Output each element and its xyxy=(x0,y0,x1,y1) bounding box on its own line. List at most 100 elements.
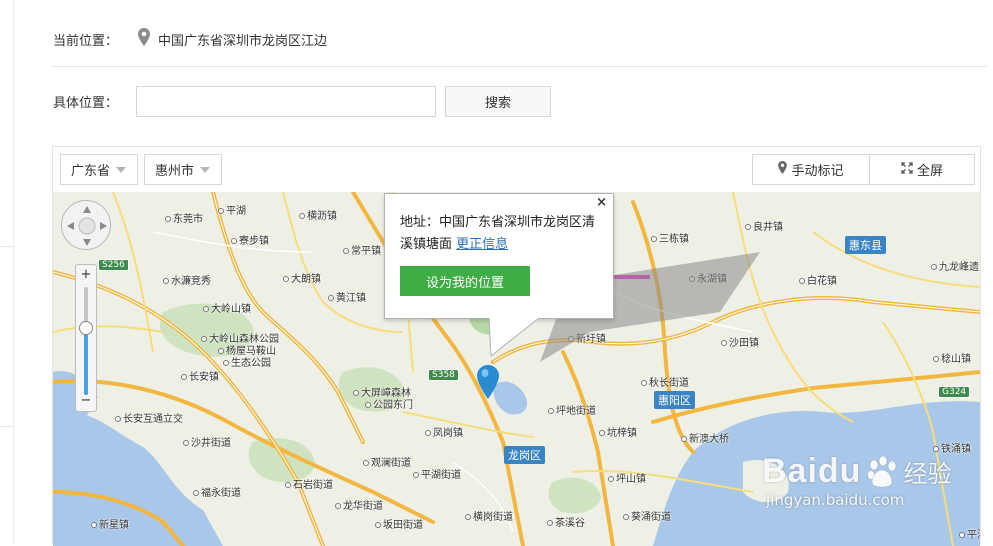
section-divider xyxy=(52,66,987,67)
place-name: 凤岗镇 xyxy=(433,428,463,439)
map-place-label: 沙井街道 xyxy=(183,434,231,449)
place-name: 稔山镇 xyxy=(941,354,971,365)
place-name: 横沥镇 xyxy=(307,211,337,222)
set-my-location-button[interactable]: 设为我的位置 xyxy=(400,266,530,296)
place-dot-icon xyxy=(931,264,937,270)
place-name: 新星镇 xyxy=(99,520,129,531)
map-place-label: 坪地街道 xyxy=(548,402,596,417)
place-dot-icon xyxy=(681,436,687,442)
map-place-label: 凤岗镇 xyxy=(425,424,463,439)
location-pin-icon xyxy=(138,28,151,50)
place-dot-icon xyxy=(328,295,334,301)
left-edge-rule xyxy=(0,0,14,545)
place-name: 平湖 xyxy=(226,206,246,217)
place-name: 石岩街道 xyxy=(293,480,333,491)
zoom-slider[interactable]: + − xyxy=(75,264,97,412)
place-name: 公园东门 xyxy=(373,400,413,411)
current-location-row: 当前位置： 中国广东省深圳市龙岗区江边 xyxy=(53,24,327,54)
fullscreen-button[interactable]: 全屏 xyxy=(869,154,975,185)
place-name: 三栋镇 xyxy=(659,234,689,245)
map-place-label: 坑梓镇 xyxy=(599,424,637,439)
location-info-popup: × 地址：中国广东省深圳市龙岗区清溪镇塘面 更正信息 设为我的位置 xyxy=(384,193,614,319)
highway-shield: G324 xyxy=(938,386,971,398)
map-place-label: 坂田街道 xyxy=(375,516,423,531)
map-place-label: 东莞市 xyxy=(165,210,203,225)
map-place-label: 常平镇 xyxy=(343,242,381,257)
place-name: 常平镇 xyxy=(351,246,381,257)
place-dot-icon xyxy=(599,430,605,436)
place-dot-icon xyxy=(343,248,349,254)
place-dot-icon xyxy=(181,374,187,380)
city-select-value: 惠州市 xyxy=(155,164,195,179)
map-marker-icon[interactable] xyxy=(477,365,499,399)
place-dot-icon xyxy=(183,440,189,446)
place-dot-icon xyxy=(115,416,121,422)
place-dot-icon xyxy=(165,216,171,222)
place-name: 黄江镇 xyxy=(336,293,366,304)
zoom-out-button[interactable]: − xyxy=(76,393,96,409)
map-place-label: 横沥镇 xyxy=(299,207,337,222)
map-place-label: 生态公园 xyxy=(223,354,271,369)
close-icon[interactable]: × xyxy=(596,195,607,210)
map-place-label: 平湖 xyxy=(218,202,246,217)
map-place-label: 龙华街道 xyxy=(335,497,383,512)
place-name: 龙华街道 xyxy=(343,501,383,512)
place-dot-icon xyxy=(193,490,199,496)
paw-icon xyxy=(867,455,897,487)
place-dot-icon xyxy=(299,213,305,219)
popup-address: 地址：中国广东省深圳市龙岗区清溪镇塘面 更正信息 xyxy=(400,212,605,256)
place-dot-icon xyxy=(959,532,965,538)
place-name: 秋长街道 xyxy=(649,378,689,389)
zoom-slider-handle[interactable] xyxy=(79,321,93,336)
place-dot-icon xyxy=(363,460,369,466)
place-dot-icon xyxy=(91,522,97,528)
place-name: 观澜街道 xyxy=(371,458,411,469)
place-dot-icon xyxy=(933,356,939,362)
place-name: 大朗镇 xyxy=(291,274,321,285)
place-dot-icon xyxy=(218,208,224,214)
place-name: 沙井街道 xyxy=(191,438,231,449)
detail-location-input[interactable] xyxy=(136,86,436,117)
place-name: 坪山镇 xyxy=(616,474,646,485)
place-name: 坪地街道 xyxy=(556,406,596,417)
province-select[interactable]: 广东省 xyxy=(60,154,138,185)
place-dot-icon xyxy=(465,514,471,520)
current-location-value: 中国广东省深圳市龙岗区江边 xyxy=(158,33,328,49)
map-place-label: 福永街道 xyxy=(193,484,241,499)
place-name: 东莞市 xyxy=(173,214,203,225)
map-place-label: 黄江镇 xyxy=(328,289,366,304)
search-button[interactable]: 搜索 xyxy=(445,86,551,117)
place-dot-icon xyxy=(641,380,647,386)
place-name: 生态公园 xyxy=(231,358,271,369)
map-place-label: 横岗街道 xyxy=(465,508,513,523)
place-name: 平湖街道 xyxy=(421,470,461,481)
place-name: 水濂竞秀 xyxy=(171,276,211,287)
place-name: 良井镇 xyxy=(753,222,783,233)
map-place-label: 长安镇 xyxy=(181,368,219,383)
manual-mark-label: 手动标记 xyxy=(791,164,844,179)
map-pan-control[interactable] xyxy=(61,200,111,250)
map-place-label: 大朗镇 xyxy=(283,270,321,285)
correct-info-link[interactable]: 更正信息 xyxy=(456,237,508,252)
place-dot-icon xyxy=(375,522,381,528)
district-label: 惠阳区 xyxy=(654,391,695,409)
fullscreen-label: 全屏 xyxy=(916,164,943,179)
manual-mark-button[interactable]: 手动标记 xyxy=(752,154,870,185)
popup-pointer xyxy=(488,318,540,357)
map-toolbar: 广东省 惠州市 手动标记 全屏 xyxy=(53,147,980,192)
place-dot-icon xyxy=(547,520,553,526)
city-select[interactable]: 惠州市 xyxy=(144,154,222,185)
place-dot-icon xyxy=(163,278,169,284)
map-place-label: 石岩街道 xyxy=(285,476,333,491)
place-dot-icon xyxy=(231,238,237,244)
map-place-label: 公园东门 xyxy=(365,396,413,411)
watermark-brand: Baidu xyxy=(762,452,862,490)
place-name: 寮步镇 xyxy=(239,236,269,247)
place-name: 九龙峰遗公 xyxy=(939,262,980,273)
map-place-label: 三栋镇 xyxy=(651,230,689,245)
zoom-in-button[interactable]: + xyxy=(76,267,96,283)
highway-shield: S358 xyxy=(428,369,459,381)
place-name: 大岭山镇 xyxy=(211,304,251,315)
map-place-label: 水濂竞秀 xyxy=(163,272,211,287)
chevron-down-icon xyxy=(116,166,127,173)
